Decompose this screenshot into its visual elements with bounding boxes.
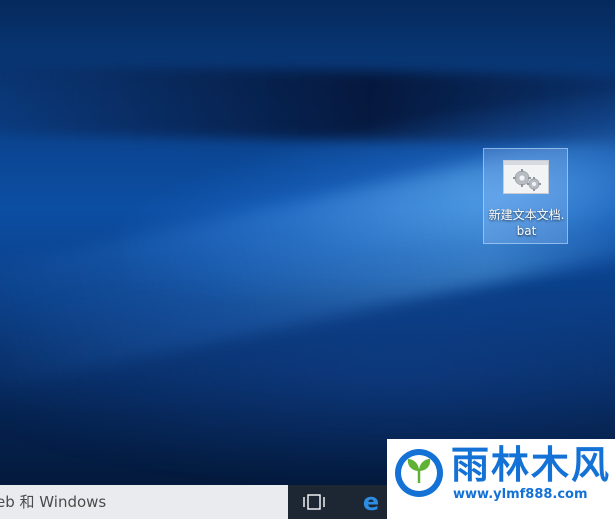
desktop-background[interactable]: 新建文本文档.bat eb 和 Windows e 雨林木风 www.ylmf8… [0,0,615,519]
icon-window-titlebar [504,161,548,165]
search-placeholder-text: eb 和 Windows [0,493,107,511]
batch-file-gears-icon [503,160,549,194]
watermark-url: www.ylmf888.com [453,487,588,502]
edge-icon: e [362,488,380,516]
edge-browser-button[interactable]: e [352,485,388,519]
ylmf-leaf-logo-icon [395,449,443,497]
wallpaper-light-band [0,62,615,148]
gears-icon [513,169,541,191]
desktop-icon-label: 新建文本文档.bat [488,208,565,238]
task-view-icon [303,494,325,510]
watermark-title: 雨林木风 [451,443,612,487]
cortana-search-box[interactable]: eb 和 Windows [0,485,288,519]
desktop-icon-bat-file[interactable]: 新建文本文档.bat [483,148,568,244]
watermark-logo-overlay: 雨林木风 www.ylmf888.com [387,439,615,519]
task-view-button[interactable] [296,485,332,519]
